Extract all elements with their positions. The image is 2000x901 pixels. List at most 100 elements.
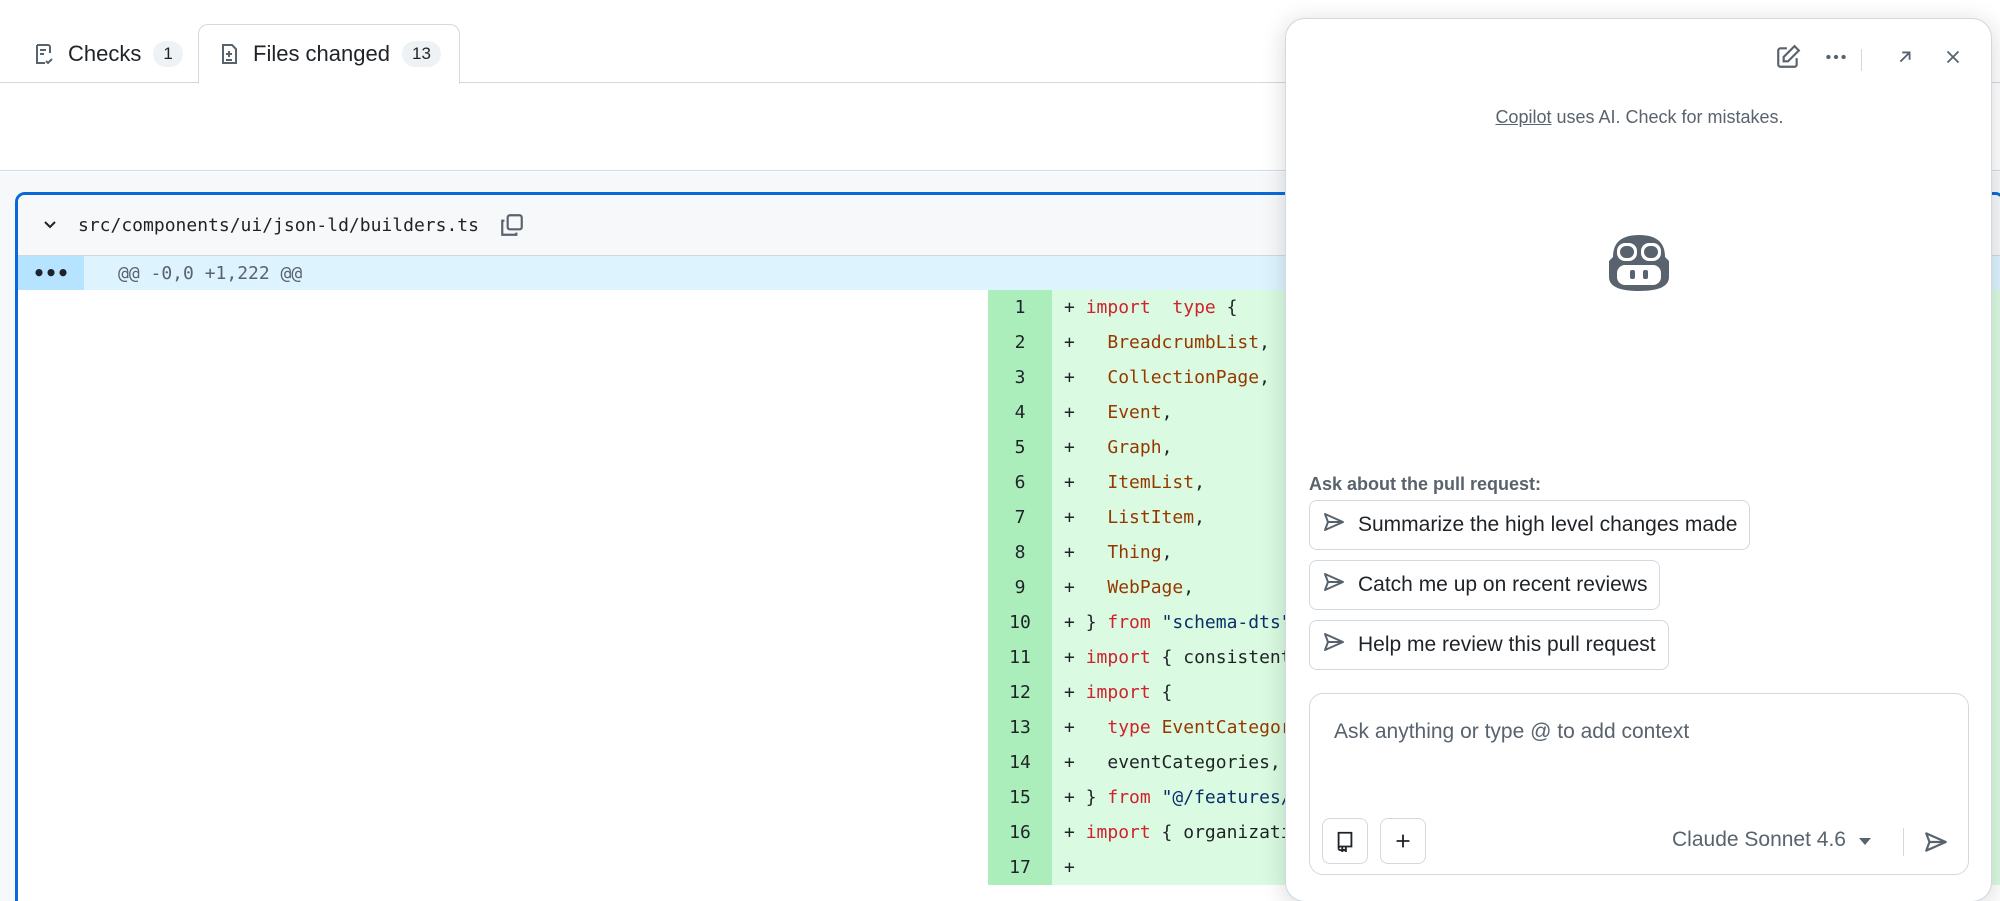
- line-number[interactable]: 14: [988, 745, 1052, 780]
- code-token: {: [1150, 682, 1173, 703]
- code-token: Graph: [1107, 437, 1162, 458]
- send-button[interactable]: [1918, 824, 1954, 860]
- send-icon: [1322, 510, 1346, 540]
- code-token: ItemList: [1107, 472, 1195, 493]
- line-number[interactable]: 6: [988, 465, 1052, 500]
- diff-left-empty: [18, 535, 988, 570]
- tab-files-changed-count: 13: [401, 41, 441, 67]
- diff-left-empty: [18, 745, 988, 780]
- tab-checks[interactable]: Checks 1: [32, 24, 183, 84]
- copy-icon[interactable]: [499, 212, 525, 238]
- copilot-header: [1286, 19, 1991, 89]
- line-number[interactable]: 17: [988, 850, 1052, 885]
- copilot-mascot-icon: [1599, 231, 1679, 300]
- code-token: }: [1085, 787, 1108, 808]
- line-number[interactable]: 9: [988, 570, 1052, 605]
- model-picker[interactable]: Claude Sonnet 4.6: [1672, 828, 1872, 852]
- line-number[interactable]: 16: [988, 815, 1052, 850]
- line-number[interactable]: 5: [988, 430, 1052, 465]
- diff-sign: +: [1064, 822, 1086, 843]
- expand-icon[interactable]: [1889, 41, 1921, 73]
- code-token: type: [1107, 717, 1151, 738]
- ask-about-pr-label: Ask about the pull request:: [1309, 474, 1542, 494]
- line-number[interactable]: 3: [988, 360, 1052, 395]
- chevron-down-icon[interactable]: [40, 215, 70, 235]
- diff-left-empty: [18, 395, 988, 430]
- model-label: Claude Sonnet 4.6: [1672, 828, 1846, 851]
- caret-down-icon: [1858, 828, 1872, 852]
- line-number[interactable]: 12: [988, 675, 1052, 710]
- code-token: WebPage: [1107, 577, 1184, 598]
- line-number[interactable]: 7: [988, 500, 1052, 535]
- suggestion-review[interactable]: Help me review this pull request: [1309, 620, 1669, 670]
- diff-left-empty: [18, 780, 988, 815]
- code-token: ,: [1259, 332, 1270, 353]
- line-number[interactable]: 15: [988, 780, 1052, 815]
- diff-sign: +: [1064, 787, 1086, 808]
- new-chat-icon[interactable]: [1772, 41, 1804, 73]
- diff-sign: +: [1064, 542, 1086, 563]
- code-token: import: [1085, 682, 1151, 703]
- code-token: }: [1085, 612, 1108, 633]
- code-token: ,: [1194, 507, 1205, 528]
- diff-sign: +: [1064, 857, 1086, 878]
- diff-sign: +: [1064, 752, 1086, 773]
- diff-left-empty: [18, 640, 988, 675]
- add-context-button[interactable]: [1380, 818, 1426, 864]
- diff-left-empty: [18, 500, 988, 535]
- diff-left-empty: [18, 710, 988, 745]
- checklist-icon: [32, 42, 56, 66]
- tab-checks-label: Checks: [68, 41, 142, 66]
- copilot-panel: Copilot uses AI. Check for mistakes. Ask…: [1285, 18, 1992, 901]
- diff-left-empty: [18, 570, 988, 605]
- code-token: "@/features/: [1150, 787, 1292, 808]
- copilot-link[interactable]: Copilot: [1495, 107, 1551, 127]
- diff-left-empty: [18, 360, 988, 395]
- line-number[interactable]: 2: [988, 325, 1052, 360]
- line-number[interactable]: 10: [988, 605, 1052, 640]
- line-number[interactable]: 1: [988, 290, 1052, 325]
- diff-left-empty: [18, 850, 988, 885]
- suggestion-label: Summarize the high level changes made: [1358, 513, 1738, 536]
- code-token: import: [1085, 822, 1151, 843]
- code-token: ,: [1183, 577, 1195, 598]
- code-token: ListItem: [1107, 507, 1195, 528]
- line-number[interactable]: 8: [988, 535, 1052, 570]
- ai-disclaimer: Copilot uses AI. Check for mistakes.: [1286, 107, 1991, 128]
- diff-left-empty: [18, 430, 988, 465]
- line-number[interactable]: 11: [988, 640, 1052, 675]
- file-path: src/components/ui/json-ld/builders.ts: [78, 214, 479, 236]
- close-icon[interactable]: [1937, 41, 1969, 73]
- line-number[interactable]: 4: [988, 395, 1052, 430]
- diff-sign: +: [1064, 332, 1086, 353]
- more-options-icon[interactable]: [1820, 41, 1852, 73]
- expand-hunk-button[interactable]: •••: [18, 256, 84, 290]
- tab-files-changed-label: Files changed: [253, 41, 390, 66]
- diff-sign: +: [1064, 437, 1086, 458]
- suggestion-catch-up[interactable]: Catch me up on recent reviews: [1309, 560, 1661, 610]
- code-token: BreadcrumbList: [1107, 332, 1260, 353]
- suggestion-label: Help me review this pull request: [1358, 633, 1656, 656]
- send-divider: [1903, 828, 1904, 856]
- attach-repository-button[interactable]: [1322, 818, 1368, 864]
- code-token: EventCategor: [1150, 717, 1292, 738]
- diff-sign: +: [1064, 402, 1086, 423]
- code-token: ,: [1161, 402, 1173, 423]
- code-token: type: [1172, 297, 1216, 318]
- line-number[interactable]: 13: [988, 710, 1052, 745]
- suggestion-summarize[interactable]: Summarize the high level changes made: [1309, 500, 1751, 550]
- tab-files-changed[interactable]: Files changed 13: [198, 24, 460, 84]
- code-token: from: [1107, 787, 1151, 808]
- file-diff-icon: [217, 42, 241, 66]
- disclaimer-text: uses AI. Check for mistakes.: [1551, 107, 1784, 127]
- hunk-range: @@ -0,0 +1,222 @@: [118, 262, 303, 284]
- chat-input[interactable]: [1334, 720, 1934, 744]
- diff-sign: +: [1064, 367, 1086, 388]
- diff-sign: +: [1064, 647, 1086, 668]
- code-token: ,: [1259, 367, 1270, 388]
